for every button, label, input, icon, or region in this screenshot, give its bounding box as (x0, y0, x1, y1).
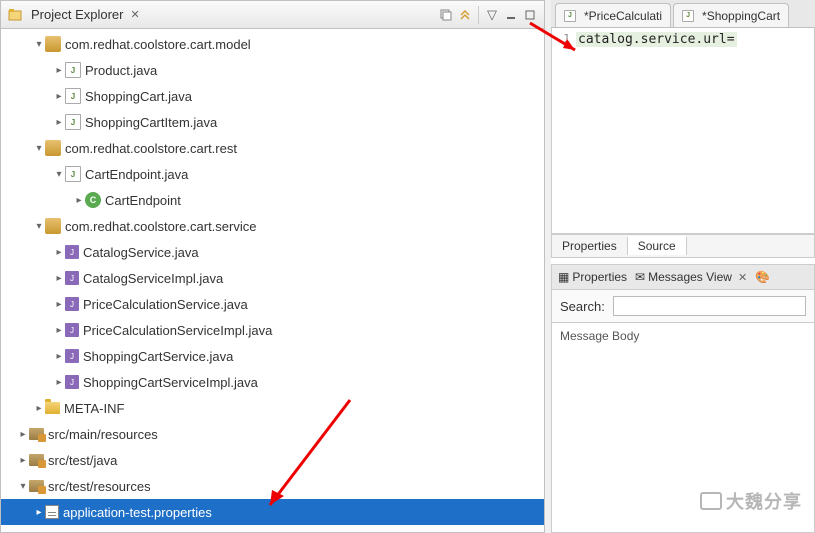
java-file-icon: J (65, 245, 79, 259)
source-folder-icon (29, 480, 44, 492)
message-body-label: Message Body (560, 329, 806, 343)
tree-item[interactable]: ▾com.redhat.coolstore.cart.model (1, 31, 544, 57)
tree-item[interactable]: ▸JShoppingCart.java (1, 83, 544, 109)
link-editor-icon[interactable] (457, 7, 473, 23)
package-icon (45, 36, 61, 52)
message-body-panel: Message Body 大魏分享 (551, 323, 815, 533)
view-messages[interactable]: ✉Messages View✕ (635, 270, 747, 284)
project-tree[interactable]: ▾com.redhat.coolstore.cart.model ▸JProdu… (1, 29, 544, 532)
view-menu-icon[interactable]: ▽ (484, 7, 500, 23)
package-icon (45, 218, 61, 234)
editor-tab-bar: J*PriceCalculati J*ShoppingCart (551, 0, 815, 28)
project-explorer-header: Project Explorer ✕ ▽ (1, 1, 544, 29)
package-icon (45, 140, 61, 156)
properties-icon: ▦ (558, 270, 569, 284)
search-label: Search: (560, 299, 605, 314)
source-folder-icon (29, 454, 44, 466)
tree-item[interactable]: ▾com.redhat.coolstore.cart.rest (1, 135, 544, 161)
source-folder-icon (29, 428, 44, 440)
tab-source[interactable]: Source (628, 236, 687, 255)
tree-item[interactable]: ▸src/main/resources (1, 421, 544, 447)
properties-file-icon (45, 505, 59, 519)
tree-item[interactable]: ▸JShoppingCartServiceImpl.java (1, 369, 544, 395)
tree-item[interactable]: ▸JPriceCalculationService.java (1, 291, 544, 317)
close-icon[interactable]: ✕ (738, 271, 747, 284)
message-icon: ✉ (635, 270, 645, 284)
tree-item[interactable]: ▾src/test/resources (1, 473, 544, 499)
java-file-icon: J (65, 88, 81, 104)
maximize-icon[interactable] (522, 7, 538, 23)
views-header: ▦Properties ✉Messages View✕ 🎨 (551, 264, 815, 290)
minimize-icon[interactable] (503, 7, 519, 23)
tree-item[interactable]: ▸JCatalogService.java (1, 239, 544, 265)
project-explorer-title: Project Explorer (31, 7, 123, 22)
project-explorer-panel: Project Explorer ✕ ▽ ▾com.redhat.coolsto… (0, 0, 545, 533)
editor-area[interactable]: 1 catalog.service.url= (551, 28, 815, 234)
java-file-icon: J (65, 297, 79, 311)
tree-item[interactable]: ▸JShoppingCartService.java (1, 343, 544, 369)
tree-item-selected[interactable]: ▸application-test.properties (1, 499, 544, 525)
java-file-icon: J (65, 375, 79, 389)
java-file-icon: J (65, 62, 81, 78)
java-file-icon: J (65, 114, 81, 130)
java-file-icon: J (65, 271, 79, 285)
editor-bottom-tabs: Properties Source (551, 234, 815, 258)
tree-item[interactable]: ▸CCartEndpoint (1, 187, 544, 213)
collapse-all-icon[interactable] (438, 7, 454, 23)
java-file-icon: J (65, 166, 81, 182)
watermark: 大魏分享 (700, 488, 802, 514)
tree-item[interactable]: ▾com.redhat.coolstore.cart.service (1, 213, 544, 239)
tree-item[interactable]: ▸JPriceCalculationServiceImpl.java (1, 317, 544, 343)
tab-properties[interactable]: Properties (552, 237, 628, 255)
tree-item[interactable]: ▸src/test/java (1, 447, 544, 473)
right-panel: J*PriceCalculati J*ShoppingCart 1 catalo… (551, 0, 815, 533)
java-file-icon: J (564, 10, 576, 22)
tree-item[interactable]: ▸JProduct.java (1, 57, 544, 83)
java-file-icon: J (65, 349, 79, 363)
close-icon[interactable]: ✕ (130, 8, 139, 21)
search-input[interactable] (613, 296, 806, 316)
search-row: Search: (551, 290, 815, 323)
view-extra[interactable]: 🎨 (755, 270, 770, 284)
palette-icon: 🎨 (755, 270, 770, 284)
project-explorer-icon (7, 7, 23, 23)
editor-tab[interactable]: J*ShoppingCart (673, 3, 789, 27)
class-icon: C (85, 192, 101, 208)
folder-icon (45, 402, 60, 414)
editor-line-content[interactable]: catalog.service.url= (576, 32, 737, 47)
java-file-icon: J (682, 10, 694, 22)
editor-tab[interactable]: J*PriceCalculati (555, 3, 671, 27)
tree-item[interactable]: ▸JCatalogServiceImpl.java (1, 265, 544, 291)
tree-item[interactable]: ▸META-INF (1, 395, 544, 421)
line-number: 1 (556, 32, 576, 47)
tree-item[interactable]: ▾JCartEndpoint.java (1, 161, 544, 187)
view-properties[interactable]: ▦Properties (558, 270, 627, 284)
java-file-icon: J (65, 323, 79, 337)
tree-item[interactable]: ▸JShoppingCartItem.java (1, 109, 544, 135)
